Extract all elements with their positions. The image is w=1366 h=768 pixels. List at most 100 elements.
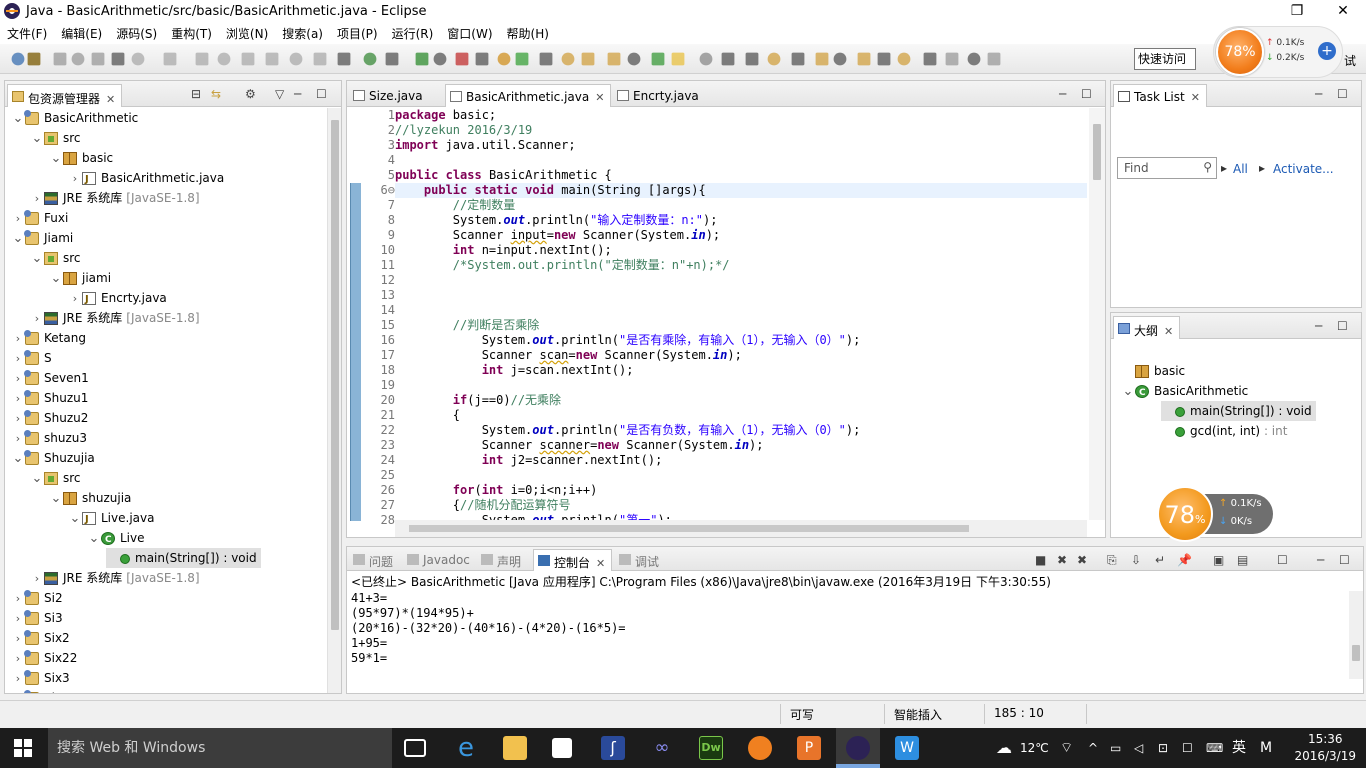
remove-launch-icon[interactable]: ✖: [1057, 553, 1067, 567]
expanded-arrow-icon[interactable]: ⌄: [30, 129, 44, 149]
tab-console-view[interactable]: Javadoc: [403, 549, 476, 571]
toolbar-button-icon[interactable]: [581, 52, 595, 66]
console-vertical-scrollbar[interactable]: [1349, 591, 1363, 679]
expanded-arrow-icon[interactable]: ⌄: [49, 269, 63, 289]
wifi-icon[interactable]: ⌔: [1060, 728, 1073, 768]
collapsed-arrow-icon[interactable]: ›: [11, 369, 25, 389]
tab-task-list[interactable]: Task List ✕: [1113, 84, 1207, 107]
console-output[interactable]: 41+3= (95*97)*(194*95)+ (20*16)-(32*20)-(4…: [351, 591, 626, 666]
script-icon[interactable]: ʃ: [601, 736, 625, 760]
pin-console-icon[interactable]: 📌: [1177, 553, 1192, 567]
collapsed-arrow-icon[interactable]: ›: [11, 589, 25, 609]
activate-link[interactable]: Activate...: [1273, 162, 1334, 176]
tree-item[interactable]: ⌄ jiami: [49, 268, 112, 289]
toolbar-button-icon[interactable]: [897, 52, 911, 66]
toolbar-button-icon[interactable]: [53, 52, 67, 66]
toolbar-button-icon[interactable]: [91, 52, 105, 66]
tab-editor-file[interactable]: Encrty.java: [613, 84, 705, 107]
keyboard-icon[interactable]: ⌨: [1206, 728, 1223, 768]
toolbar-button-icon[interactable]: [497, 52, 511, 66]
ime-mode[interactable]: M: [1260, 728, 1272, 768]
toolbar-button-icon[interactable]: [561, 52, 575, 66]
collapsed-arrow-icon[interactable]: ›: [30, 189, 44, 209]
toolbar-button-icon[interactable]: [515, 52, 529, 66]
tree-item[interactable]: › S: [11, 348, 52, 368]
terminate-icon[interactable]: ■: [1035, 553, 1046, 567]
menu-item[interactable]: 源码(S): [109, 25, 164, 42]
toolbar-button-icon[interactable]: [337, 52, 351, 66]
toolbar-button-icon[interactable]: [721, 52, 735, 66]
expanded-arrow-icon[interactable]: ⌄: [68, 509, 82, 529]
toolbar-button-icon[interactable]: [815, 52, 829, 66]
tree-item[interactable]: ⌄ Jiami: [11, 228, 73, 248]
filter-icon[interactable]: ⚙: [245, 87, 256, 101]
tree-item[interactable]: › JRE 系统库 [JavaSE-1.8]: [30, 568, 200, 588]
toolbar-button-icon[interactable]: [791, 52, 805, 66]
collapsed-arrow-icon[interactable]: ›: [68, 169, 82, 189]
expanded-arrow-icon[interactable]: ⌄: [49, 149, 63, 169]
collapsed-arrow-icon[interactable]: ›: [11, 209, 25, 229]
tree-item[interactable]: › JRE 系统库 [JavaSE-1.8]: [30, 188, 200, 208]
open-console-icon[interactable]: ▤: [1237, 553, 1248, 567]
toolbar-button-icon[interactable]: [415, 52, 429, 66]
battery-icon[interactable]: ▭: [1110, 728, 1121, 768]
tab-console-view[interactable]: 控制台 ✕: [533, 549, 613, 571]
collapsed-arrow-icon[interactable]: ›: [68, 289, 82, 309]
expanded-arrow-icon[interactable]: ⌄: [87, 529, 101, 549]
maximize-icon[interactable]: ☐: [1081, 87, 1092, 101]
tree-item[interactable]: › Encrty.java: [68, 288, 167, 310]
toolbar-button-icon[interactable]: [987, 52, 1001, 66]
toolbar-button-icon[interactable]: [651, 52, 665, 66]
display-console-icon[interactable]: ▣: [1213, 553, 1224, 567]
scroll-lock-icon[interactable]: ⇩: [1131, 553, 1141, 567]
menu-item[interactable]: 窗口(W): [440, 25, 499, 42]
toolbar-button-icon[interactable]: [767, 52, 781, 66]
code-area[interactable]: package basic;//lyzekun 2016/3/19 import …: [395, 108, 1087, 520]
tree-item[interactable]: ⌄ src: [30, 468, 81, 488]
tree-item[interactable]: › Shuzu1: [11, 388, 88, 408]
toolbar-button-icon[interactable]: [833, 52, 847, 66]
tree-item[interactable]: › Six22: [11, 648, 77, 668]
scrollbar-thumb[interactable]: [1352, 645, 1360, 661]
menu-item[interactable]: 帮助(H): [500, 25, 556, 42]
minimize-icon[interactable]: ─: [1059, 87, 1066, 101]
collapsed-arrow-icon[interactable]: ›: [11, 609, 25, 629]
task-view-icon[interactable]: [404, 739, 426, 757]
all-link[interactable]: All: [1233, 162, 1248, 176]
toolbar-button-icon[interactable]: [455, 52, 469, 66]
close-icon[interactable]: ✕: [1191, 91, 1200, 104]
tree-item[interactable]: ⌄ basic: [49, 148, 114, 169]
tree-item[interactable]: › Shuzu2: [11, 408, 88, 428]
minimize-icon[interactable]: ─: [1317, 553, 1324, 567]
speed-float-ball[interactable]: 78% ↑ 0.1K/s ↓ 0K/s: [1157, 486, 1275, 542]
toolbar-button-icon[interactable]: [967, 52, 981, 66]
network-icon[interactable]: ⊡: [1158, 728, 1168, 768]
toolbar-button-icon[interactable]: [313, 52, 327, 66]
package-explorer-scrollbar[interactable]: [327, 108, 341, 693]
taskbar-search-input[interactable]: 搜索 Web 和 Windows: [48, 728, 392, 768]
toolbar-button-icon[interactable]: [241, 52, 255, 66]
collapsed-arrow-icon[interactable]: ›: [11, 629, 25, 649]
browser-icon[interactable]: [748, 736, 772, 760]
menu-item[interactable]: 搜索(a): [275, 25, 330, 42]
open-console-icon[interactable]: ☐: [1277, 553, 1288, 567]
store-icon[interactable]: [552, 738, 572, 758]
quick-access-input[interactable]: 快速访问: [1134, 48, 1196, 70]
tab-console-view[interactable]: 调试: [615, 549, 665, 571]
toolbar-button-icon[interactable]: [745, 52, 759, 66]
maximize-icon[interactable]: ☐: [1339, 553, 1350, 567]
view-menu-icon[interactable]: ▽: [275, 87, 284, 101]
expanded-arrow-icon[interactable]: ⌄: [11, 229, 25, 249]
tree-item[interactable]: › SiZe: [11, 688, 71, 693]
collapsed-arrow-icon[interactable]: ›: [11, 689, 25, 693]
tree-item[interactable]: › Si2: [11, 588, 63, 608]
tree-item[interactable]: ⌄ Live: [87, 528, 145, 550]
toolbar-button-icon[interactable]: [923, 52, 937, 66]
writer-icon[interactable]: W: [895, 736, 919, 760]
tree-item[interactable]: › Ketang: [11, 328, 86, 348]
tree-item[interactable]: ⌄ BasicArithmetic: [11, 108, 138, 128]
tree-item[interactable]: ⌄ Live.java: [68, 508, 155, 530]
outline-item[interactable]: main(String[]) : void: [1161, 401, 1316, 421]
file-explorer-icon[interactable]: [503, 736, 527, 760]
tree-item[interactable]: ⌄ src: [30, 128, 81, 148]
